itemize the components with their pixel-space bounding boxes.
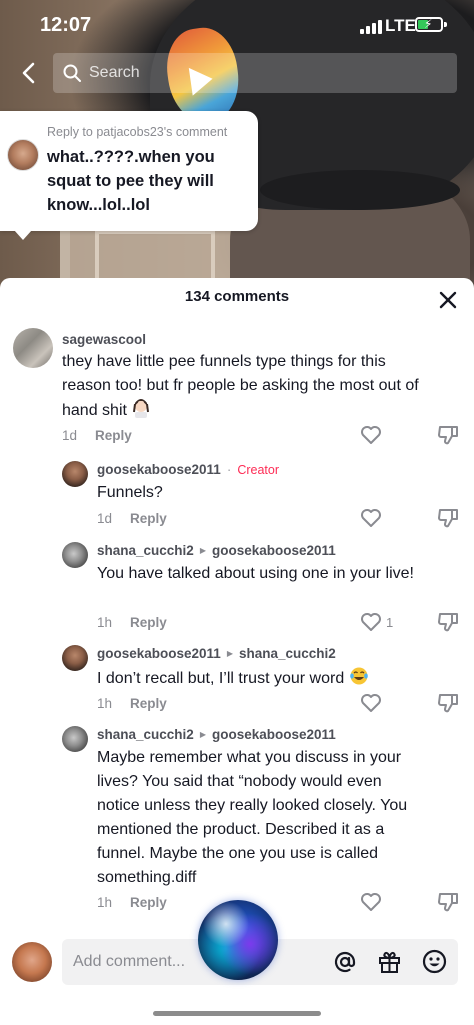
gift-icon[interactable] — [377, 949, 402, 974]
separator-dot: · — [226, 462, 232, 477]
comment-meta: 1h Reply — [97, 696, 167, 711]
reply-arrow-icon: ▶ — [226, 649, 233, 658]
siri-icon[interactable] — [198, 900, 278, 980]
heart-icon[interactable] — [360, 892, 382, 912]
comment-username[interactable]: sagewascool — [62, 332, 146, 347]
reply-button[interactable]: Reply — [95, 428, 132, 443]
my-avatar[interactable] — [12, 942, 52, 982]
comment-username[interactable]: shana_cucchi2 ▶ goosekaboose2011 — [97, 543, 336, 558]
status-bar: 12:07 LTE ⚡ — [0, 0, 474, 50]
heart-icon[interactable] — [360, 425, 382, 445]
close-icon — [439, 291, 457, 309]
comment-meta: 1h Reply — [97, 615, 167, 630]
avatar — [7, 139, 39, 171]
comment-text: Funnels? — [97, 484, 163, 501]
thumbs-down-icon[interactable] — [437, 611, 459, 633]
cellular-signal-icon — [360, 20, 382, 34]
reply-button[interactable]: Reply — [130, 511, 167, 526]
emoji-icon[interactable] — [422, 949, 447, 974]
reply-bubble-text: what..????.when you squat to pee they wi… — [47, 148, 215, 214]
network-type: LTE — [385, 16, 416, 35]
avatar[interactable] — [62, 726, 88, 752]
comment-time: 1h — [97, 696, 113, 711]
comment-meta: 1d Reply — [62, 428, 132, 443]
back-button[interactable] — [14, 58, 42, 88]
comment-time: 1d — [62, 428, 78, 443]
close-button[interactable] — [438, 290, 458, 310]
comment-text: You have talked about using one in your … — [97, 565, 414, 582]
reply-bubble[interactable]: Reply to patjacobs23's comment what..???… — [0, 111, 258, 240]
search-icon — [63, 64, 81, 82]
comment-meta: 1d Reply — [97, 511, 167, 526]
thumbs-down-icon[interactable] — [437, 507, 459, 529]
comment-time: 1h — [97, 895, 113, 910]
thumbs-down-icon[interactable] — [437, 424, 459, 446]
reply-arrow-icon: ▶ — [199, 546, 206, 555]
search-input[interactable]: Search — [53, 53, 457, 93]
heart-icon[interactable] — [360, 612, 382, 632]
reply-button[interactable]: Reply — [130, 895, 167, 910]
status-time: 12:07 — [40, 14, 92, 36]
comment-text: I don’t recall but, I’ll trust your word — [97, 666, 447, 691]
reply-button[interactable]: Reply — [130, 696, 167, 711]
comment-meta: 1h Reply — [97, 895, 167, 910]
chevron-left-icon — [22, 62, 35, 84]
comment-time: 1h — [97, 615, 113, 630]
comment-username[interactable]: shana_cucchi2 ▶ goosekaboose2011 — [97, 727, 336, 742]
comment-text: Maybe remember what you discuss in your … — [97, 749, 408, 886]
reply-arrow-icon: ▶ — [199, 730, 206, 739]
battery-tip — [444, 22, 447, 27]
comment-username[interactable]: goosekaboose2011 · Creator — [97, 462, 279, 477]
comment-time: 1d — [97, 511, 113, 526]
thumbs-down-icon[interactable] — [437, 692, 459, 714]
battery-icon: ⚡ — [415, 17, 443, 32]
reply-to-username[interactable]: goosekaboose2011 — [212, 727, 336, 742]
reply-to-username[interactable]: goosekaboose2011 — [212, 543, 336, 558]
at-mention-icon[interactable] — [333, 950, 357, 974]
avatar[interactable] — [62, 461, 88, 487]
avatar[interactable] — [13, 328, 53, 368]
add-comment-placeholder: Add comment... — [73, 953, 186, 970]
woman-facepalming-icon — [133, 399, 150, 418]
heart-icon[interactable] — [360, 693, 382, 713]
comment-username[interactable]: goosekaboose2011 ▶ shana_cucchi2 — [97, 646, 336, 661]
reply-to-username[interactable]: shana_cucchi2 — [239, 646, 336, 661]
like-count: 1 — [386, 615, 394, 630]
avatar[interactable] — [62, 542, 88, 568]
creator-badge: Creator — [237, 462, 280, 477]
home-indicator[interactable] — [153, 1011, 321, 1016]
avatar[interactable] — [62, 645, 88, 671]
cap-brim — [260, 170, 460, 210]
reply-to-label: Reply to patjacobs23's comment — [47, 125, 228, 139]
comments-count: 134 comments — [184, 288, 290, 305]
search-placeholder: Search — [89, 64, 140, 81]
comment-text: they have little pee funnels type things… — [62, 353, 419, 419]
reply-button[interactable]: Reply — [130, 615, 167, 630]
heart-icon[interactable] — [360, 508, 382, 528]
face-with-tears-of-joy-icon — [349, 667, 368, 685]
thumbs-down-icon[interactable] — [437, 891, 459, 913]
